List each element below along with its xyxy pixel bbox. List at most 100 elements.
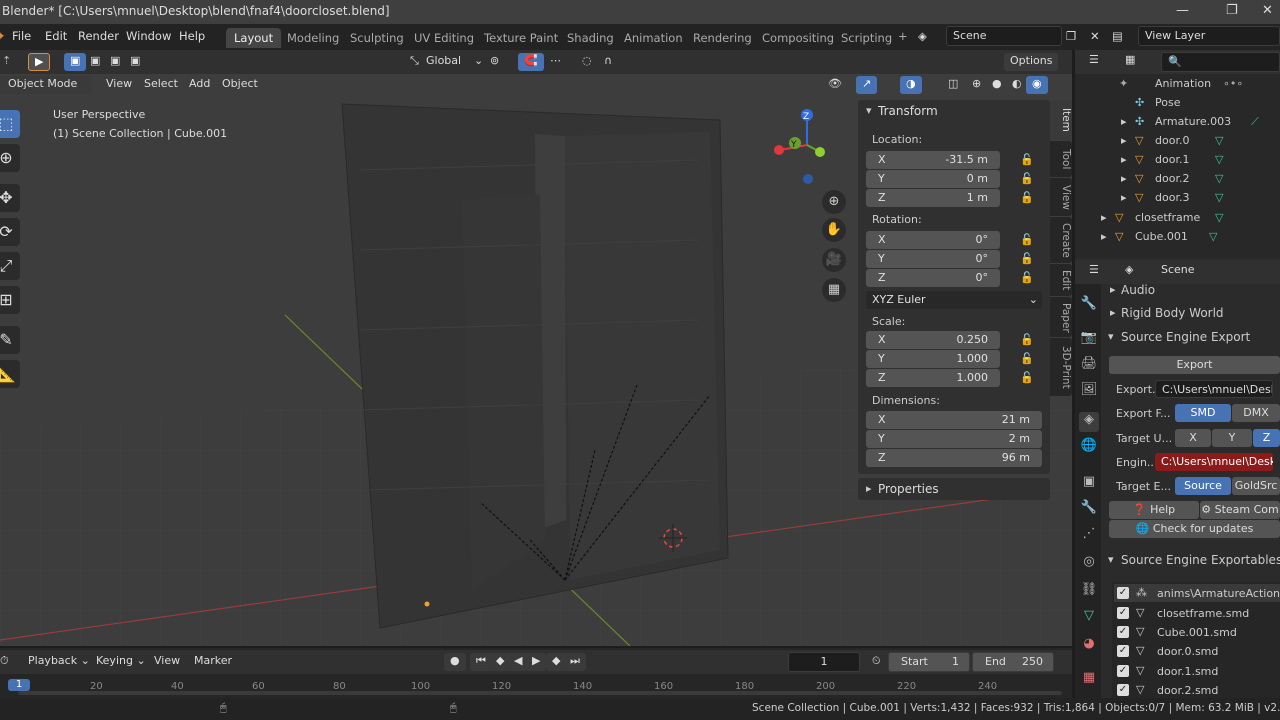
menu-keying[interactable]: Keying ⌄	[90, 653, 152, 671]
menu-view[interactable]: View	[100, 76, 138, 94]
menu-add[interactable]: Add	[183, 76, 216, 94]
maximize-button[interactable]: ❐	[1226, 3, 1238, 18]
menu-playback[interactable]: Playback ⌄	[22, 653, 96, 671]
menu-object[interactable]: Object	[216, 76, 264, 94]
tool-settings-icon[interactable]: ⇡	[0, 53, 17, 71]
collapse-icon[interactable]: ▾	[1108, 330, 1114, 343]
preview-range-icon[interactable]: ⏲	[866, 653, 887, 671]
proportional-edit-icon[interactable]: ◌	[576, 53, 598, 71]
transform-collapse-icon[interactable]: ▾	[866, 104, 872, 117]
list-item[interactable]: ▸ ▽ door.2 ▽	[1075, 169, 1280, 188]
measure-tool-icon[interactable]: 📐	[0, 360, 20, 388]
engine-source-button[interactable]: Source	[1175, 477, 1231, 495]
tweak-tool-icon[interactable]: ⬚	[0, 110, 20, 138]
scale-z-field[interactable]: Z 1.000	[866, 369, 1000, 387]
timeline-scrollbar[interactable]	[18, 691, 1062, 695]
rotate-tool-icon[interactable]: ⟳	[0, 218, 20, 246]
tab-create[interactable]: Create	[1050, 217, 1072, 263]
current-frame-field[interactable]: 1	[788, 652, 860, 672]
start-frame-field[interactable]: Start 1	[888, 652, 970, 672]
zoom-view-icon[interactable]: ⊕	[822, 190, 846, 214]
lock-icon[interactable]: 🔓	[1020, 371, 1034, 384]
rotation-y-field[interactable]: Y 0°	[866, 250, 1000, 268]
target-up-x-button[interactable]: X	[1175, 429, 1211, 447]
pan-view-icon[interactable]: ✋	[822, 218, 846, 242]
texture-properties-icon[interactable]: ▦	[1079, 670, 1099, 690]
exportable-item[interactable]: Cube.001.smd	[1157, 626, 1237, 639]
checkbox[interactable]: ✓	[1117, 645, 1129, 657]
menu-render[interactable]: Render	[78, 29, 119, 43]
format-dmx-button[interactable]: DMX	[1232, 404, 1280, 422]
properties-editor-icon[interactable]: ☰	[1083, 262, 1105, 280]
select-mode-intersect-icon[interactable]: ▣	[124, 53, 146, 71]
exportable-item[interactable]: anims\ArmatureAction...	[1157, 587, 1280, 600]
rotation-x-field[interactable]: X 0°	[866, 231, 1000, 249]
expand-icon[interactable]: ▸	[1110, 283, 1116, 296]
transform-panel-title[interactable]: Transform	[878, 104, 938, 118]
output-properties-icon[interactable]: 🖨	[1079, 356, 1099, 376]
delete-scene-icon[interactable]: ✕	[1090, 29, 1100, 43]
shading-material-icon[interactable]: ◐	[1006, 76, 1028, 94]
export-path-input[interactable]: C:\Users\mnuel\Desk...	[1155, 380, 1273, 398]
scene-selector-icon[interactable]: ◈	[918, 29, 927, 43]
end-frame-field[interactable]: End 250	[972, 652, 1054, 672]
list-item[interactable]: ▸ ▽ closetframe ▽	[1075, 208, 1280, 227]
list-item[interactable]: ▸ ▽ door.3 ▽	[1075, 188, 1280, 207]
blender-logo-icon[interactable]: ✦	[0, 29, 6, 43]
lock-icon[interactable]: 🔓	[1020, 333, 1034, 346]
lock-icon[interactable]: 🔓	[1020, 233, 1034, 246]
lock-icon[interactable]: 🔓	[1020, 153, 1034, 166]
record-button-icon[interactable]: ●	[444, 653, 466, 671]
scale-tool-icon[interactable]: ⤢	[0, 252, 20, 280]
timeline-editor-icon[interactable]: ⏱	[0, 653, 15, 671]
lock-icon[interactable]: 🔓	[1020, 172, 1034, 185]
dimensions-z-field[interactable]: Z 96 m	[866, 449, 1042, 467]
tab-layout[interactable]: Layout	[226, 28, 282, 48]
checkbox[interactable]: ✓	[1117, 626, 1129, 638]
jump-end-icon[interactable]: ⏭	[564, 653, 586, 671]
mode-dropdown[interactable]: Object Mode	[2, 76, 92, 94]
list-item[interactable]: ✦ Animation ∘•∘	[1075, 74, 1280, 93]
exportable-item[interactable]: closetframe.smd	[1157, 607, 1249, 620]
lock-icon[interactable]: 🔓	[1020, 271, 1034, 284]
snap-target-icon[interactable]: ⋯	[544, 53, 567, 71]
scale-y-field[interactable]: Y 1.000	[866, 350, 1000, 368]
close-button[interactable]: ✕	[1262, 3, 1273, 18]
menu-file[interactable]: File	[12, 29, 31, 43]
tab-paper[interactable]: Paper	[1050, 297, 1072, 337]
lock-icon[interactable]: 🔓	[1020, 191, 1034, 204]
add-workspace-icon[interactable]: +	[898, 29, 908, 43]
tab-compositing[interactable]: Compositing	[754, 28, 842, 48]
minimize-button[interactable]: —	[1176, 3, 1189, 18]
options-dropdown[interactable]: Options	[1004, 53, 1059, 71]
location-x-field[interactable]: X -31.5 m	[866, 151, 1000, 169]
tab-rendering[interactable]: Rendering	[685, 28, 760, 48]
object-properties-icon[interactable]: ▣	[1079, 474, 1099, 494]
menu-window[interactable]: Window	[126, 29, 171, 43]
target-up-y-button[interactable]: Y	[1212, 429, 1252, 447]
tab-animation[interactable]: Animation	[616, 28, 691, 48]
camera-view-icon[interactable]: 🎥	[822, 248, 846, 272]
checkbox[interactable]: ✓	[1117, 587, 1129, 599]
shading-rendered-icon[interactable]: ◉	[1026, 76, 1048, 94]
cursor-tool-icon[interactable]: ⊕	[0, 144, 20, 172]
menu-help[interactable]: Help	[179, 29, 205, 43]
current-frame-marker[interactable]: 1	[8, 679, 30, 691]
tab-item[interactable]: Item	[1050, 100, 1072, 140]
list-item[interactable]: ▸ ▽ door.0 ▽	[1075, 131, 1280, 150]
outliner-editor-icon[interactable]: ☰	[1083, 52, 1105, 70]
transform-tool-icon[interactable]: ⊞	[0, 286, 20, 314]
tab-edit[interactable]: Edit	[1050, 264, 1072, 296]
list-item[interactable]: ▸ ✣ Armature.003 ⟋	[1075, 112, 1280, 131]
collapse-icon[interactable]: ▾	[1108, 553, 1114, 566]
particles-properties-icon[interactable]: ⋰	[1079, 526, 1099, 546]
checkbox[interactable]: ✓	[1117, 607, 1129, 619]
outliner-search-input[interactable]: 🔍	[1161, 52, 1280, 72]
panel-rigid-body-world[interactable]: Rigid Body World	[1121, 306, 1224, 320]
xray-toggle-icon[interactable]: ◫	[942, 76, 964, 94]
dimensions-y-field[interactable]: Y2 m	[866, 430, 1042, 448]
view-layer-field[interactable]: View Layer	[1138, 26, 1280, 46]
location-z-field[interactable]: Z1 m	[866, 189, 1000, 207]
shading-solid-icon[interactable]: ●	[986, 76, 1008, 94]
dimensions-x-field[interactable]: X 21 m	[866, 411, 1042, 429]
